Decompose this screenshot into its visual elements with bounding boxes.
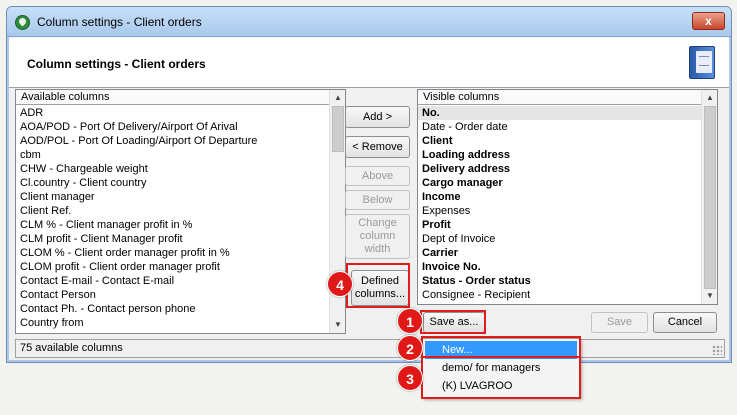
visible-column-item[interactable]: Delivery address: [418, 162, 701, 176]
visible-column-item[interactable]: Consignee - Recipient: [418, 288, 701, 302]
available-column-item[interactable]: CLM profit - Client Manager profit: [16, 232, 329, 246]
visible-columns-header[interactable]: Visible columns: [418, 90, 701, 105]
close-button[interactable]: x: [692, 12, 725, 30]
scroll-down-icon[interactable]: ▼: [331, 318, 345, 332]
callout-badge-3: 3: [397, 365, 423, 391]
callout-badge-2: 2: [397, 335, 423, 361]
save-as-button[interactable]: Save as...: [423, 312, 485, 333]
title-bar: Column settings - Client orders x: [7, 7, 731, 37]
available-column-item[interactable]: Cl.country - Client country: [16, 176, 329, 190]
available-columns-items: ADR AOA/POD - Port Of Delivery/Airport Of…: [16, 106, 329, 333]
visible-column-item[interactable]: Status - Order status: [418, 274, 701, 288]
available-count: 75 available columns: [20, 342, 123, 354]
visible-column-item[interactable]: Date - Order date: [418, 120, 701, 134]
visible-columns-items: No. Date - Order date Client Loading addres…: [418, 106, 701, 304]
status-bar: 75 available columns: [15, 339, 725, 358]
available-column-item[interactable]: Client Ref.: [16, 204, 329, 218]
available-column-item[interactable]: CLOM profit - Client order manager profi…: [16, 260, 329, 274]
dialog-header: Column settings - Client orders: [9, 38, 729, 88]
available-column-item[interactable]: Client manager: [16, 190, 329, 204]
visible-column-item[interactable]: Loading address: [418, 148, 701, 162]
menu-item-demo-for-managers[interactable]: demo/ for managers: [425, 359, 577, 377]
available-column-item[interactable]: CHW - Chargeable weight: [16, 162, 329, 176]
visible-column-item[interactable]: No.: [418, 106, 701, 120]
save-as-menu: New... demo/ for managers (K) LVAGROO: [422, 338, 580, 398]
defined-columns-line-2: columns...: [354, 288, 406, 300]
visible-columns-list[interactable]: Visible columns No. Date - Order date Clie…: [417, 89, 718, 305]
add-button[interactable]: Add >: [345, 106, 410, 128]
change-width-line-1: Change: [358, 217, 397, 229]
resize-grip-icon[interactable]: [712, 345, 722, 355]
available-columns-list[interactable]: Available columns ADR AOA/POD - Port Of D…: [15, 89, 346, 334]
app-logo-icon: [15, 15, 30, 30]
visible-column-item[interactable]: Invoice No.: [418, 260, 701, 274]
menu-item-lvagroo[interactable]: (K) LVAGROO: [425, 377, 577, 395]
scroll-thumb[interactable]: [332, 106, 344, 152]
move-below-button[interactable]: Below: [345, 190, 410, 210]
change-column-width-button[interactable]: Change column width: [345, 214, 410, 259]
column-settings-window: Column settings - Client orders x Column…: [6, 6, 732, 363]
remove-button[interactable]: < Remove: [345, 136, 410, 158]
visible-column-item[interactable]: Client: [418, 134, 701, 148]
window-title: Column settings - Client orders: [37, 15, 202, 29]
scroll-thumb[interactable]: [704, 106, 716, 289]
defined-columns-line-1: Defined: [361, 275, 399, 287]
callout-badge-4: 4: [327, 271, 353, 297]
available-columns-header[interactable]: Available columns: [16, 90, 329, 105]
visible-column-item[interactable]: Expenses: [418, 204, 701, 218]
cancel-button[interactable]: Cancel: [653, 312, 717, 333]
dialog-title: Column settings - Client orders: [27, 57, 206, 71]
scroll-up-icon[interactable]: ▲: [331, 91, 345, 105]
available-column-item[interactable]: cbm: [16, 148, 329, 162]
change-width-line-3: width: [364, 243, 391, 255]
available-column-item[interactable]: ADR: [16, 106, 329, 120]
available-column-item[interactable]: Contact E-mail - Contact E-mail: [16, 274, 329, 288]
available-column-item[interactable]: Country from: [16, 316, 329, 330]
visible-column-item[interactable]: Dept of Invoice: [418, 232, 701, 246]
scroll-down-icon[interactable]: ▼: [703, 289, 717, 303]
callout-badge-1: 1: [397, 308, 423, 334]
menu-item-new[interactable]: New...: [425, 341, 577, 359]
available-column-item[interactable]: AOA/POD - Port Of Delivery/Airport Of Ar…: [16, 120, 329, 134]
move-above-button[interactable]: Above: [345, 166, 410, 186]
available-column-item[interactable]: CLOM % - Client order manager profit in …: [16, 246, 329, 260]
available-column-item[interactable]: CLM % - Client manager profit in %: [16, 218, 329, 232]
book-icon: [689, 46, 715, 79]
available-column-item[interactable]: AOD/POL - Port Of Loading/Airport Of Dep…: [16, 134, 329, 148]
visible-scrollbar[interactable]: ▲ ▼: [701, 90, 717, 304]
visible-column-item[interactable]: Profit: [418, 218, 701, 232]
visible-column-item[interactable]: Cargo manager: [418, 176, 701, 190]
defined-columns-button[interactable]: Defined columns...: [351, 270, 409, 306]
save-button[interactable]: Save: [591, 312, 648, 333]
scroll-up-icon[interactable]: ▲: [703, 91, 717, 105]
visible-column-item[interactable]: Income: [418, 190, 701, 204]
visible-column-item[interactable]: Carrier: [418, 246, 701, 260]
available-column-item[interactable]: Contact Person: [16, 288, 329, 302]
available-column-item[interactable]: Contact Ph. - Contact person phone: [16, 302, 329, 316]
change-width-line-2: column: [359, 230, 396, 242]
